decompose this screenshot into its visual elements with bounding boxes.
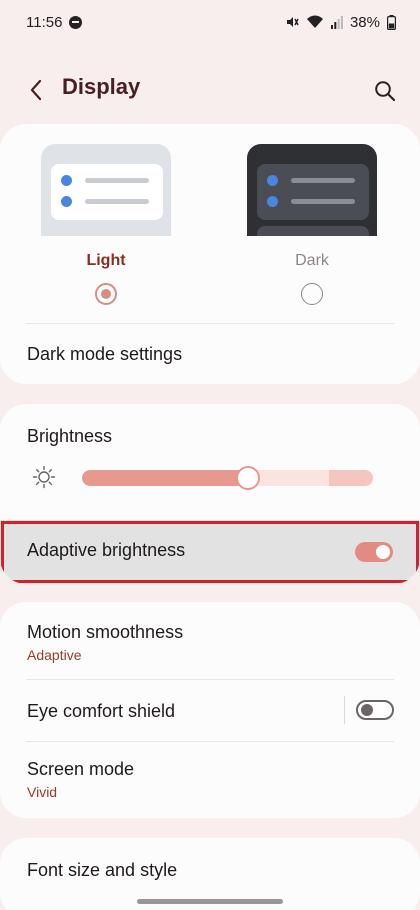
screen-mode-value: Vivid — [27, 784, 58, 800]
status-time: 11:56 — [26, 13, 63, 31]
display-options-card: Motion smoothness Adaptive Eye comfort s… — [0, 602, 420, 818]
signal-icon — [330, 16, 343, 29]
page-title: Display — [62, 74, 141, 99]
eye-comfort-shield-item[interactable]: Eye comfort shield — [27, 701, 175, 722]
light-theme-preview[interactable] — [41, 144, 171, 236]
adaptive-brightness-toggle[interactable] — [355, 542, 393, 562]
divider — [26, 741, 394, 742]
mute-icon — [286, 17, 299, 27]
motion-smoothness-value: Adaptive — [27, 647, 82, 663]
preview-dot — [61, 196, 72, 207]
battery-percent: 38% — [349, 13, 380, 31]
eye-comfort-shield-toggle[interactable] — [356, 700, 394, 720]
brightness-slider[interactable] — [82, 470, 373, 486]
preview-bar — [291, 178, 355, 183]
do-not-disturb-icon — [69, 15, 83, 29]
preview-panel — [257, 226, 369, 236]
brightness-slider-fill — [82, 470, 248, 486]
toggle-knob — [361, 704, 373, 716]
vertical-separator — [344, 696, 345, 724]
preview-bar — [291, 199, 355, 204]
app-header: Display — [0, 64, 420, 116]
brightness-card: Brightness Adaptive brightness — [0, 404, 420, 584]
preview-bar — [85, 199, 149, 204]
status-right: 38% — [285, 14, 396, 31]
light-theme-radio[interactable] — [95, 283, 117, 305]
preview-panel — [51, 164, 163, 220]
preview-panel — [257, 164, 369, 220]
brightness-extra-range — [329, 470, 373, 486]
divider — [26, 323, 394, 324]
dark-theme-radio[interactable] — [301, 283, 323, 305]
wifi-icon — [306, 15, 323, 28]
status-left: 11:56 — [26, 13, 83, 31]
font-size-style-item[interactable]: Font size and style — [27, 860, 177, 881]
adaptive-brightness-label: Adaptive brightness — [27, 540, 186, 560]
light-theme-label: Light — [86, 252, 126, 269]
brightness-slider-thumb[interactable] — [236, 466, 260, 490]
dark-theme-label: Dark — [295, 252, 329, 269]
battery-icon — [387, 14, 396, 30]
screen-mode-item[interactable]: Screen mode — [27, 759, 134, 780]
motion-smoothness-item[interactable]: Motion smoothness — [27, 622, 183, 643]
sun-icon — [32, 465, 56, 489]
search-button[interactable] — [370, 76, 400, 106]
chevron-left-icon — [30, 79, 42, 101]
brightness-title: Brightness — [27, 426, 113, 446]
theme-card: Light Dark Dark mode settings — [0, 124, 420, 384]
gesture-navigation-bar[interactable] — [137, 899, 283, 904]
back-button[interactable] — [22, 76, 50, 104]
search-icon — [375, 81, 396, 102]
dark-theme-preview[interactable] — [247, 144, 377, 236]
toggle-knob — [376, 545, 390, 559]
divider — [26, 679, 394, 680]
status-bar: 11:56 38% — [0, 0, 420, 44]
adaptive-brightness-row[interactable]: Adaptive brightness — [0, 520, 420, 584]
light-theme-option[interactable]: Light — [41, 144, 171, 305]
dark-theme-option[interactable]: Dark — [247, 144, 377, 305]
preview-dot — [267, 196, 278, 207]
preview-dot — [61, 175, 72, 186]
preview-dot — [267, 175, 278, 186]
preview-bar — [85, 178, 149, 183]
dark-mode-settings-item[interactable]: Dark mode settings — [27, 344, 182, 365]
